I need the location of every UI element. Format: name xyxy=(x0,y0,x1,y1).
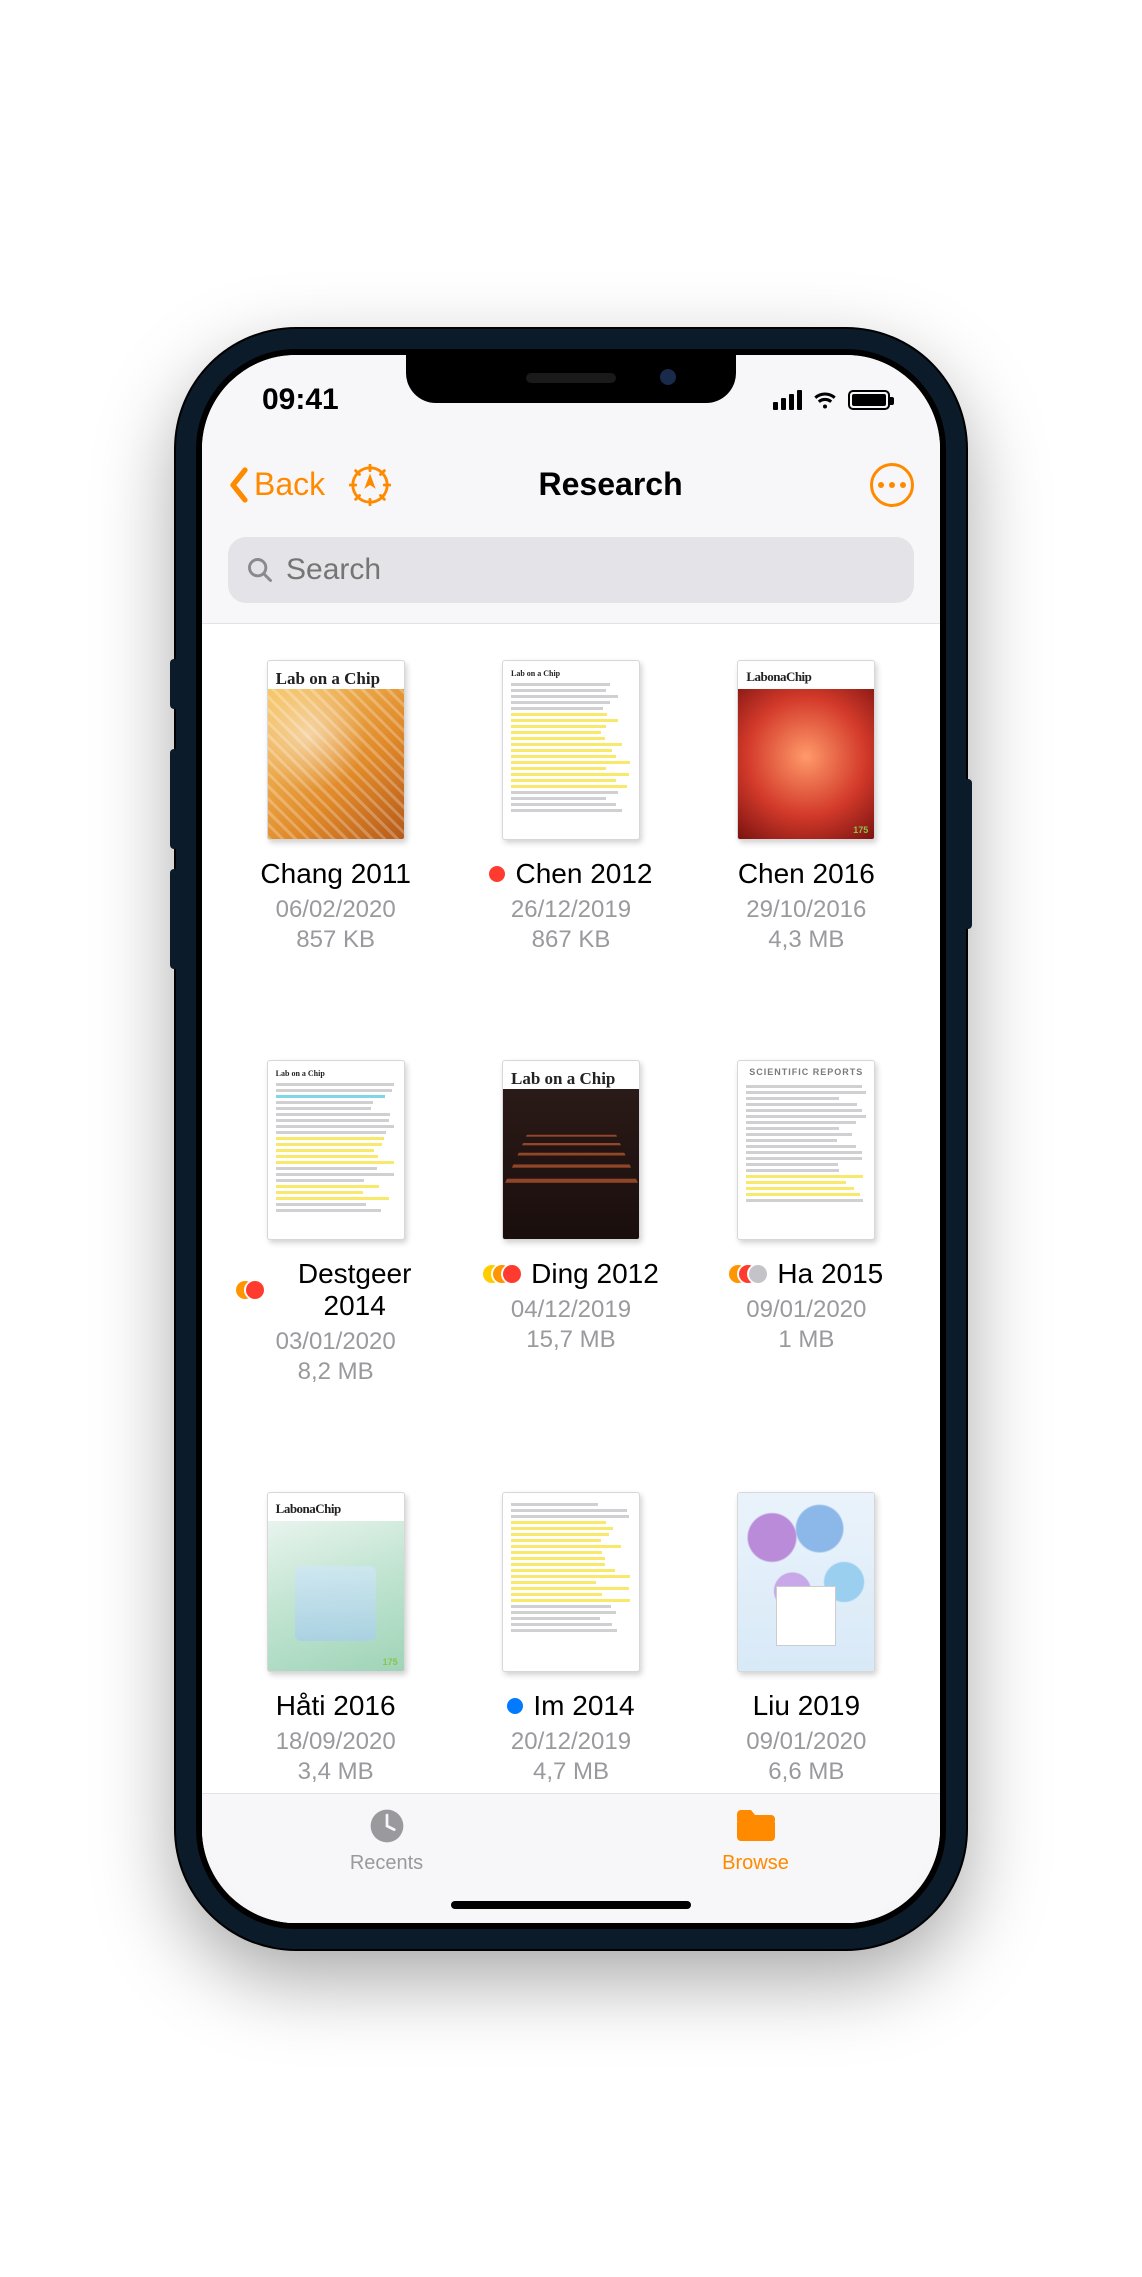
file-size: 6,6 MB xyxy=(768,1758,844,1786)
file-name: Ding 2012 xyxy=(531,1258,659,1290)
file-size: 857 KB xyxy=(296,926,375,954)
file-item[interactable]: Liu 2019 09/01/2020 6,6 MB xyxy=(699,1492,914,1802)
tag-dot xyxy=(507,1698,523,1714)
file-thumbnail[interactable] xyxy=(502,1492,640,1672)
tag-dots xyxy=(729,1265,767,1283)
file-size: 4,3 MB xyxy=(768,926,844,954)
clock-icon xyxy=(365,1806,409,1846)
file-size: 15,7 MB xyxy=(526,1326,615,1354)
file-name: Im 2014 xyxy=(533,1690,634,1722)
file-name: Chen 2016 xyxy=(738,858,875,890)
search-icon xyxy=(246,556,274,584)
cellular-icon xyxy=(773,390,802,410)
file-thumbnail[interactable]: Lab on a Chip xyxy=(502,1060,640,1240)
file-thumbnail[interactable]: Lab on a Chip xyxy=(267,660,405,840)
status-indicators xyxy=(773,390,890,410)
file-item[interactable]: SCIENTIFIC REPORTS Ha 2015 09/01/2020 1 … xyxy=(699,1060,914,1402)
file-name: Chang 2011 xyxy=(260,858,411,890)
file-thumbnail[interactable]: LabonaChip 175 xyxy=(267,1492,405,1672)
file-name: Ha 2015 xyxy=(777,1258,883,1290)
file-size: 1 MB xyxy=(778,1326,834,1354)
file-size: 4,7 MB xyxy=(533,1758,609,1786)
file-item[interactable]: LabonaChip 175 Chen 2016 29/10/2016 4,3 … xyxy=(699,660,914,970)
back-button[interactable]: Back xyxy=(228,466,325,503)
file-date: 09/01/2020 xyxy=(746,1296,866,1324)
page-title: Research xyxy=(351,466,870,503)
file-date: 29/10/2016 xyxy=(746,896,866,924)
file-name: Destgeer 2014 xyxy=(274,1258,436,1322)
file-item[interactable]: Lab on a Chip Destgeer 2014 03/01/2020 8… xyxy=(228,1060,443,1402)
file-date: 09/01/2020 xyxy=(746,1728,866,1756)
file-thumbnail[interactable] xyxy=(737,1492,875,1672)
status-time: 09:41 xyxy=(262,383,339,417)
file-item[interactable]: LabonaChip 175 Håti 2016 18/09/2020 3,4 … xyxy=(228,1492,443,1802)
nav-bar: Back Research xyxy=(202,445,940,525)
ellipsis-icon xyxy=(878,482,906,488)
file-size: 8,2 MB xyxy=(298,1358,374,1386)
tag-dots xyxy=(483,1265,521,1283)
file-thumbnail[interactable]: SCIENTIFIC REPORTS xyxy=(737,1060,875,1240)
file-name: Liu 2019 xyxy=(753,1690,860,1722)
file-item[interactable]: Lab on a Chip Ding 2012 04/12/2019 15,7 … xyxy=(463,1060,678,1402)
file-date: 03/01/2020 xyxy=(276,1328,396,1356)
wifi-icon xyxy=(812,390,838,410)
file-grid[interactable]: Lab on a Chip Chang 2011 06/02/2020 857 … xyxy=(202,624,940,1923)
file-date: 18/09/2020 xyxy=(276,1728,396,1756)
file-thumbnail[interactable]: Lab on a Chip xyxy=(267,1060,405,1240)
tab-label: Recents xyxy=(350,1852,423,1875)
battery-icon xyxy=(848,390,890,410)
file-date: 06/02/2020 xyxy=(276,896,396,924)
more-button[interactable] xyxy=(870,463,914,507)
file-size: 867 KB xyxy=(532,926,611,954)
tag-dots xyxy=(236,1281,264,1299)
file-thumbnail[interactable]: LabonaChip 175 xyxy=(737,660,875,840)
tag-dot xyxy=(489,866,505,882)
file-thumbnail[interactable]: Lab on a Chip xyxy=(502,660,640,840)
tab-label: Browse xyxy=(722,1852,789,1875)
chevron-left-icon xyxy=(228,467,250,503)
file-date: 20/12/2019 xyxy=(511,1728,631,1756)
file-name: Chen 2012 xyxy=(515,858,652,890)
file-size: 3,4 MB xyxy=(298,1758,374,1786)
file-date: 26/12/2019 xyxy=(511,896,631,924)
file-name: Håti 2016 xyxy=(276,1690,396,1722)
file-item[interactable]: Im 2014 20/12/2019 4,7 MB xyxy=(463,1492,678,1802)
search-input[interactable] xyxy=(286,553,896,587)
back-label: Back xyxy=(254,466,325,503)
file-item[interactable]: Lab on a Chip Chen 2012 26/12/2019 867 K… xyxy=(463,660,678,970)
home-indicator[interactable] xyxy=(451,1901,691,1909)
search-field[interactable] xyxy=(228,537,914,603)
file-date: 04/12/2019 xyxy=(511,1296,631,1324)
folder-icon xyxy=(734,1806,778,1846)
file-item[interactable]: Lab on a Chip Chang 2011 06/02/2020 857 … xyxy=(228,660,443,970)
